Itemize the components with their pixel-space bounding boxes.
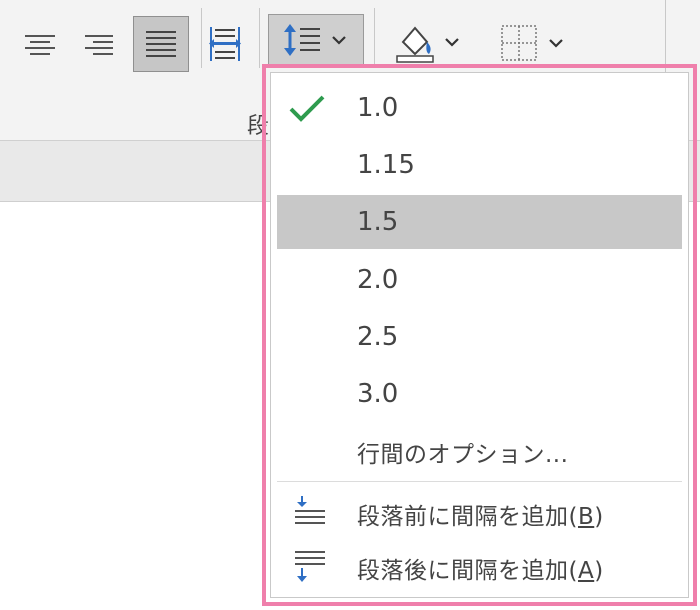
ribbon-divider <box>259 8 260 68</box>
align-right-button[interactable] <box>78 26 118 62</box>
line-spacing-button[interactable] <box>268 14 364 66</box>
align-right-icon <box>85 35 113 55</box>
distributed-button[interactable] <box>202 20 248 68</box>
borders-button[interactable] <box>490 18 576 68</box>
distributed-icon <box>209 27 241 61</box>
borders-icon <box>501 25 537 61</box>
chevron-down-icon <box>445 38 459 47</box>
chevron-down-icon <box>549 39 563 48</box>
align-center-button[interactable] <box>20 26 60 62</box>
align-center-icon <box>25 35 55 55</box>
justify-button[interactable] <box>133 16 189 72</box>
line-spacing-icon <box>284 24 320 56</box>
justify-icon <box>146 31 176 57</box>
highlight-frame <box>262 64 697 606</box>
shading-button[interactable] <box>385 16 471 68</box>
chevron-down-icon <box>332 36 346 45</box>
shading-paint-bucket-icon <box>396 26 434 63</box>
ribbon-divider <box>374 8 375 68</box>
